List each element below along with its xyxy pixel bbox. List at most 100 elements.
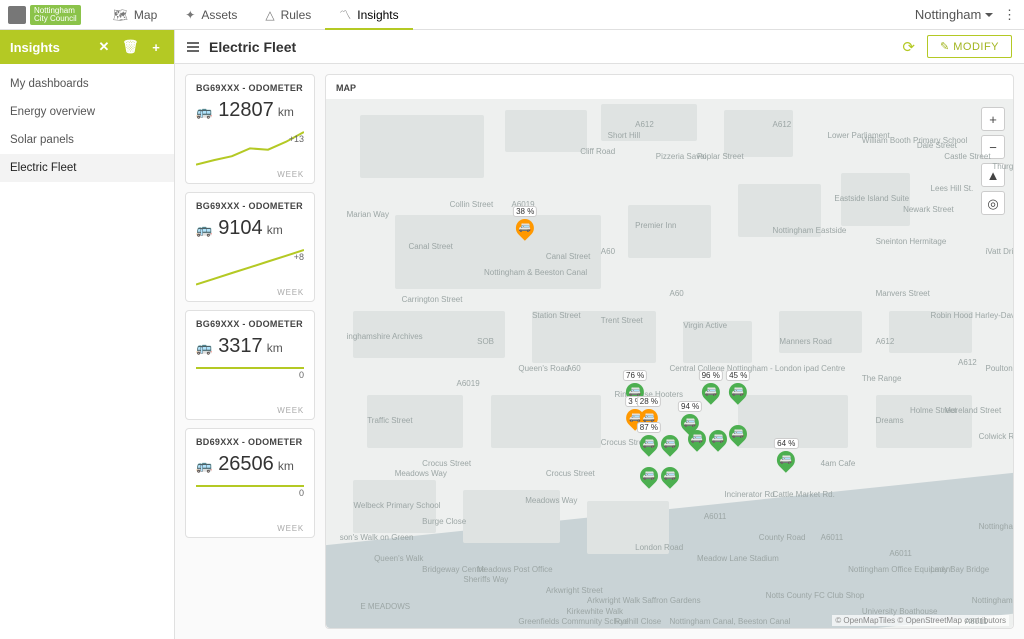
card-delta: +13 <box>289 134 304 144</box>
map-label: A6011 <box>965 617 988 626</box>
card-period: WEEK <box>196 524 304 533</box>
map-label: Nottingham Outlaws RFC <box>972 596 1013 605</box>
map-label: Greenfields Community School <box>518 617 628 626</box>
content-actions: ⟳ ✎ MODIFY <box>902 35 1012 58</box>
add-icon[interactable]: + <box>148 40 164 55</box>
map-label: Welbeck Primary School <box>353 501 440 510</box>
map-label: Castle Street <box>944 152 990 161</box>
sidebar-item-electric-fleet[interactable]: Electric Fleet <box>0 154 174 182</box>
zoom-in-button[interactable]: + <box>981 107 1005 131</box>
pin-label: 76 % <box>623 370 647 381</box>
sidebar-list: My dashboardsEnergy overviewSolar panels… <box>0 64 174 182</box>
modify-button[interactable]: ✎ MODIFY <box>927 35 1012 58</box>
sidebar-item-my-dashboards[interactable]: My dashboards <box>0 70 174 98</box>
tab-map[interactable]: 🗺Map <box>99 0 172 29</box>
map-label: Pizzeria Savai <box>656 152 707 161</box>
odometer-card[interactable]: BG69XXX - ODOMETER🚌3317km0WEEK <box>185 310 315 420</box>
map-label: Poulton Drive <box>986 364 1013 373</box>
chevron-down-icon <box>985 13 993 21</box>
map-label: A612 <box>635 120 654 129</box>
map-label: Virgin Active <box>683 321 727 330</box>
map-label: Short Hill <box>608 131 640 140</box>
cards-column: BG69XXX - ODOMETER🚌12807km+13WEEKBG69XXX… <box>185 74 315 629</box>
assets-icon: ✦ <box>185 8 195 22</box>
map-label: Colwick Road <box>979 432 1013 441</box>
sidebar-item-energy-overview[interactable]: Energy overview <box>0 98 174 126</box>
card-period: WEEK <box>196 406 304 415</box>
trash-icon[interactable]: 🗑 <box>122 39 138 55</box>
vehicle-pin[interactable]: 🚐 <box>688 430 706 448</box>
map-label: Meadows Post Office <box>477 565 552 574</box>
map-label: A6011 <box>821 533 844 542</box>
vehicle-pin[interactable]: 64 %🚐 <box>774 438 798 469</box>
map-label: A60 <box>566 364 580 373</box>
vehicle-pin[interactable]: 🚐 <box>661 435 679 453</box>
vehicle-pin[interactable]: 🚐 <box>709 430 727 448</box>
vehicle-pin[interactable]: 96 %🚐 <box>699 370 723 401</box>
vehicle-pin[interactable]: 87 %🚐 <box>637 422 661 453</box>
pin-label: 28 % <box>637 396 661 407</box>
map-label: Arkwright Walk <box>587 596 640 605</box>
map-label: Cliff Road <box>580 147 615 156</box>
pin-icon: 🚐 <box>636 463 661 488</box>
vehicle-pin[interactable]: 🚐 <box>640 467 658 485</box>
map-label: Arkwright Street <box>546 586 603 595</box>
map-label: A60 <box>670 289 684 298</box>
tenant-switcher[interactable]: Nottingham <box>915 7 993 22</box>
odometer-card[interactable]: BD69XXX - ODOMETER🚌26506km0WEEK <box>185 428 315 538</box>
map-label: son's Walk on Green <box>340 533 414 542</box>
card-unit: km <box>267 223 283 237</box>
vehicle-pin[interactable]: 🚐 <box>661 467 679 485</box>
vehicle-pin[interactable]: 45 %🚐 <box>726 370 750 401</box>
insights-sidebar: Insights ✕ 🗑 + My dashboardsEnergy overv… <box>0 30 175 639</box>
content: Electric Fleet ⟳ ✎ MODIFY BG69XXX - ODOM… <box>175 30 1024 639</box>
map-label: Kirkewhite Walk <box>566 607 623 616</box>
map-label: Dreams <box>876 416 904 425</box>
main-layout: Insights ✕ 🗑 + My dashboardsEnergy overv… <box>0 30 1024 639</box>
map-label: E MEADOWS <box>360 602 410 611</box>
close-icon[interactable]: ✕ <box>96 39 112 55</box>
map-label: Crocus Street <box>546 469 595 478</box>
hamburger-icon[interactable] <box>187 42 199 52</box>
map-label: County Road <box>759 533 806 542</box>
map-label: Crocus Street <box>422 459 471 468</box>
map-label: Burge Close <box>422 517 466 526</box>
pin-label: 96 % <box>699 370 723 381</box>
vehicle-pin[interactable]: 38 %🚐 <box>513 206 537 237</box>
map-label: Meadows Way <box>525 496 577 505</box>
map-controls: + − ▲ ◎ <box>981 107 1005 215</box>
brand-plate: Nottingham City Council <box>30 5 81 25</box>
pin-icon: 🚐 <box>684 426 709 451</box>
tab-assets[interactable]: ✦Assets <box>171 0 251 29</box>
kebab-menu[interactable]: ⋮ <box>1003 7 1016 23</box>
pencil-icon: ✎ <box>940 41 953 53</box>
vehicle-pin[interactable]: 94 %🚐 <box>678 401 702 432</box>
odometer-card[interactable]: BG69XXX - ODOMETER🚌9104km+8WEEK <box>185 192 315 302</box>
map-canvas[interactable]: + − ▲ ◎ © OpenMapTiles © OpenStreetMap c… <box>326 99 1013 628</box>
vehicle-pin[interactable]: 🚐 <box>729 425 747 443</box>
card-unit: km <box>267 341 283 355</box>
card-delta: +8 <box>294 252 304 262</box>
odometer-card[interactable]: BG69XXX - ODOMETER🚌12807km+13WEEK <box>185 74 315 184</box>
insights-icon: 〽 <box>339 6 351 23</box>
locate-button[interactable]: ◎ <box>981 191 1005 215</box>
brand-line2: City Council <box>34 14 77 23</box>
card-title: BG69XXX - ODOMETER <box>196 83 304 93</box>
map-label: Nottingham & Beeston Canal <box>484 268 587 277</box>
refresh-icon[interactable]: ⟳ <box>902 38 915 56</box>
card-sparkline: 0 <box>196 364 304 404</box>
bus-icon: 🚌 <box>196 340 212 356</box>
card-period: WEEK <box>196 288 304 297</box>
map-label: 4am Cafe <box>821 459 856 468</box>
map-panel-title: MAP <box>326 75 1013 99</box>
pin-icon: 🚐 <box>725 379 750 404</box>
map-label: Marian Way <box>347 210 389 219</box>
map-label: inghamshire Archives <box>347 332 423 341</box>
tab-rules[interactable]: △Rules <box>251 0 325 29</box>
sidebar-item-solar-panels[interactable]: Solar panels <box>0 126 174 154</box>
map-label: A612 <box>876 337 895 346</box>
tab-label: Map <box>134 8 157 22</box>
tab-insights[interactable]: 〽Insights <box>325 0 412 29</box>
card-delta: 0 <box>299 488 304 498</box>
map-label: Dale Street <box>917 141 957 150</box>
